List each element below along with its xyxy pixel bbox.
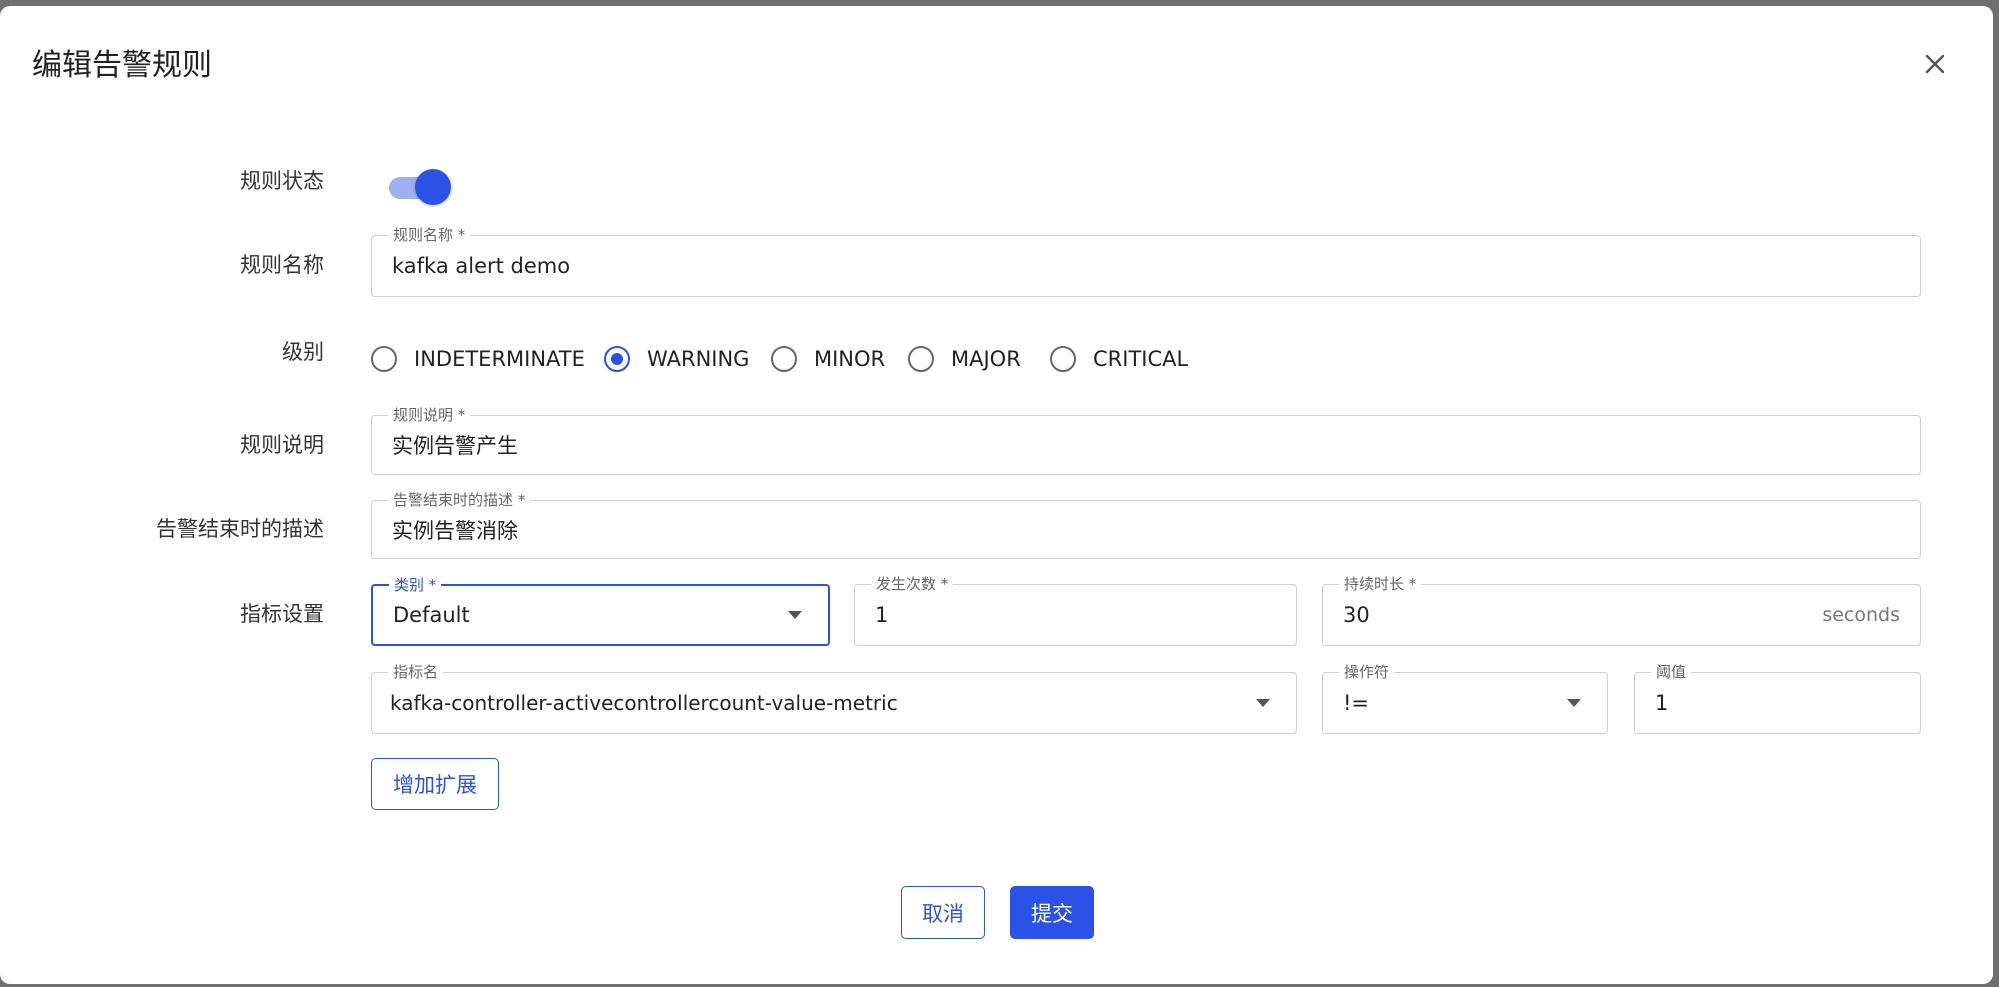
metric-name-select[interactable]: 指标名 kafka-controller-activecontrollercou… [371, 662, 1297, 734]
radio-label: CRITICAL [1093, 347, 1189, 371]
description-field[interactable]: 规则说明 * 实例告警产生 [371, 405, 1921, 475]
level-radio-indeterminate[interactable]: INDETERMINATE [371, 344, 585, 374]
rule-name-field[interactable]: 规则名称 * kafka alert demo [371, 225, 1921, 297]
category-select[interactable]: 类别 * Default [371, 575, 830, 646]
occurrences-field[interactable]: 发生次数 * 1 [854, 574, 1297, 646]
caret-down-icon [788, 611, 802, 619]
radio-circle [1050, 346, 1076, 372]
name-label: 规则名称 [240, 253, 324, 277]
description-label: 规则说明 [240, 433, 324, 457]
end-description-input[interactable]: 实例告警消除 [392, 501, 518, 558]
submit-button[interactable]: 提交 [1010, 886, 1094, 939]
level-radio-warning[interactable]: WARNING [604, 344, 749, 374]
radio-circle [908, 346, 934, 372]
radio-label: WARNING [647, 347, 750, 371]
radio-circle [371, 346, 397, 372]
threshold-input[interactable]: 1 [1655, 673, 1668, 733]
radio-circle-checked [604, 346, 630, 372]
category-value: Default [393, 603, 470, 627]
close-icon[interactable] [1917, 46, 1953, 82]
description-input[interactable]: 实例告警产生 [392, 416, 518, 474]
rule-name-input[interactable]: kafka alert demo [392, 236, 570, 296]
metric-name-value: kafka-controller-activecontrollercount-v… [390, 691, 898, 715]
toggle-knob [415, 169, 451, 205]
radio-label: MINOR [814, 347, 886, 371]
occurrences-input[interactable]: 1 [875, 585, 888, 645]
cancel-button[interactable]: 取消 [901, 886, 985, 939]
threshold-field[interactable]: 阈值 1 [1634, 662, 1921, 734]
status-label: 规则状态 [240, 169, 324, 193]
end-description-label: 告警结束时的描述 [156, 517, 324, 541]
caret-down-icon [1567, 699, 1581, 707]
caret-down-icon [1256, 699, 1270, 707]
dialog-title: 编辑告警规则 [32, 48, 212, 83]
operator-select[interactable]: 操作符 != [1322, 662, 1608, 734]
duration-input[interactable]: 30 [1343, 585, 1370, 645]
end-description-field[interactable]: 告警结束时的描述 * 实例告警消除 [371, 490, 1921, 559]
add-extension-button[interactable]: 增加扩展 [371, 758, 499, 810]
level-radio-major[interactable]: MAJOR [908, 344, 1021, 374]
radio-label: INDETERMINATE [414, 347, 585, 371]
level-label: 级别 [282, 340, 324, 364]
metric-settings-label: 指标设置 [240, 602, 324, 626]
level-radio-minor[interactable]: MINOR [771, 344, 885, 374]
radio-label: MAJOR [951, 347, 1021, 371]
duration-field[interactable]: 持续时长 * 30 seconds [1322, 574, 1921, 646]
status-toggle[interactable] [389, 169, 451, 205]
radio-circle [771, 346, 797, 372]
operator-value: != [1343, 691, 1370, 715]
edit-alert-rule-dialog: 编辑告警规则 规则状态 规则名称 规则名称 * kafka alert demo… [0, 6, 1993, 984]
level-radio-critical[interactable]: CRITICAL [1050, 344, 1188, 374]
duration-unit: seconds [1822, 604, 1900, 626]
